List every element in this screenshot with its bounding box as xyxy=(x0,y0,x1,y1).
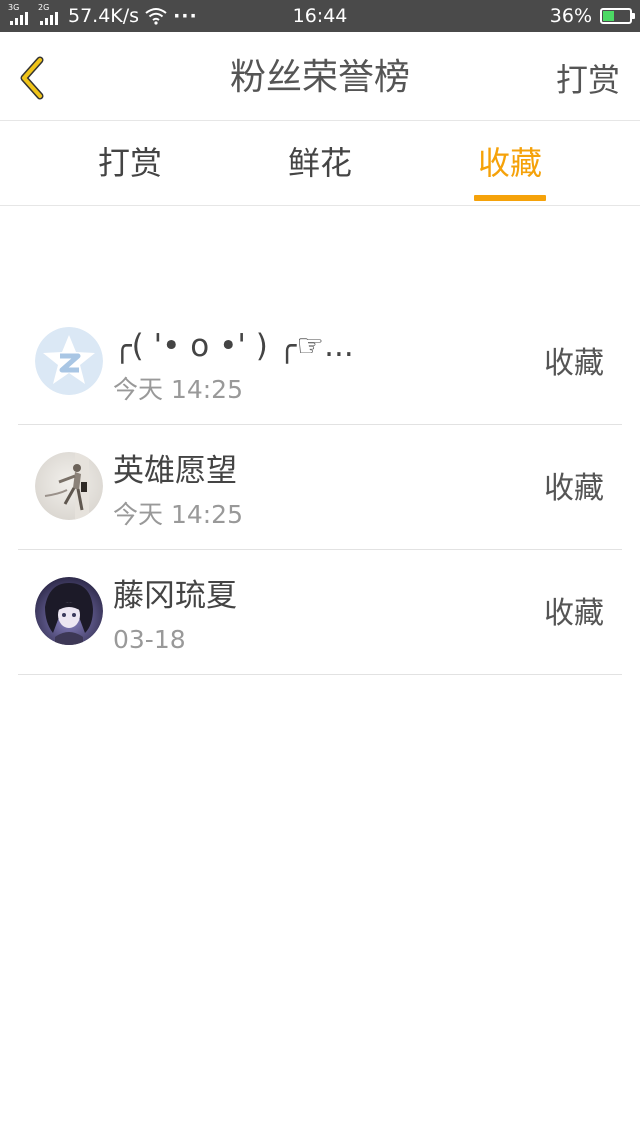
fan-list: ╭( '• o •' ) ╭☞... 今天 14:25 收藏 英雄愿望 今天 1… xyxy=(18,300,622,675)
fan-time: 今天 14:25 xyxy=(113,500,243,529)
qq-zone-icon xyxy=(35,327,103,395)
fan-name: 英雄愿望 xyxy=(113,453,237,489)
status-bar: 3G 2G 57.4K/s ··· 16:44 36% xyxy=(0,0,640,32)
fan-action: 收藏 xyxy=(544,346,604,381)
fan-name: 藤冈琉夏 xyxy=(113,578,237,614)
anime-avatar xyxy=(35,577,103,645)
tab-bar: 打赏 鲜花 收藏 xyxy=(0,121,640,206)
fan-action: 收藏 xyxy=(544,471,604,506)
list-item[interactable]: ╭( '• o •' ) ╭☞... 今天 14:25 收藏 xyxy=(18,300,622,425)
fan-time: 今天 14:25 xyxy=(113,375,243,404)
reward-button[interactable]: 打赏 xyxy=(556,58,620,102)
tab-flowers[interactable]: 鲜花 xyxy=(220,143,420,183)
tab-reward[interactable]: 打赏 xyxy=(30,143,230,183)
avatar xyxy=(35,577,103,645)
active-tab-indicator xyxy=(474,195,546,201)
avatar xyxy=(35,327,103,395)
page-title: 粉丝荣誉榜 xyxy=(229,57,410,98)
battery-percent: 36% xyxy=(549,5,592,27)
list-item[interactable]: 藤冈琉夏 03-18 收藏 xyxy=(18,550,622,675)
tab-favorites[interactable]: 收藏 xyxy=(410,143,610,183)
list-item[interactable]: 英雄愿望 今天 14:25 收藏 xyxy=(18,425,622,550)
battery-status: 36% xyxy=(549,5,635,27)
avatar xyxy=(35,452,103,520)
battery-icon xyxy=(600,8,635,24)
fan-action: 收藏 xyxy=(544,596,604,631)
fan-time: 03-18 xyxy=(113,625,186,654)
nav-bar: 粉丝荣誉榜 打赏 xyxy=(0,32,640,121)
fan-name: ╭( '• o •' ) ╭☞... xyxy=(113,328,354,364)
user-photo xyxy=(35,452,103,520)
status-time: 16:44 xyxy=(292,5,348,27)
